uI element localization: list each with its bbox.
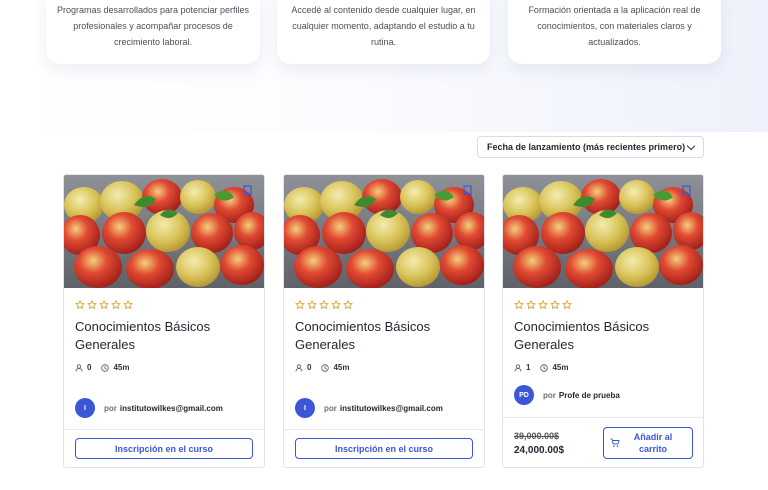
cart-icon: [610, 438, 620, 448]
feature-card-training: Formación orientada a la aplicación real…: [508, 0, 721, 64]
course-meta: 0 45m: [75, 363, 129, 372]
star-icon: [123, 300, 133, 310]
course-thumbnail-image[interactable]: [64, 175, 264, 288]
sort-select[interactable]: Fecha de lanzamiento (más recientes prim…: [477, 136, 704, 158]
author-name[interactable]: institutowilkes@gmail.com: [340, 404, 443, 413]
feature-text: Accedé al contenido desde cualquier luga…: [291, 5, 476, 47]
author-prefix: por: [324, 403, 337, 413]
rating-stars: [514, 300, 572, 310]
course-meta: 0 45m: [295, 363, 349, 372]
star-icon: [562, 300, 572, 310]
star-icon: [319, 300, 329, 310]
course-author: I por institutowilkes@gmail.com: [295, 398, 443, 418]
divider: [284, 429, 484, 430]
feature-card-programs: Programas desarrollados para potenciar p…: [46, 0, 260, 64]
sort-selected-value: Fecha de lanzamiento (más recientes prim…: [487, 142, 686, 152]
student-count: 0: [307, 363, 312, 372]
star-icon: [295, 300, 305, 310]
avatar: I: [295, 398, 315, 418]
course-duration: 45m: [552, 363, 569, 372]
clock-icon: [321, 363, 330, 372]
author-name[interactable]: institutowilkes@gmail.com: [120, 404, 223, 413]
course-title[interactable]: Conocimientos Básicos Generales: [75, 318, 255, 354]
course-thumbnail-image[interactable]: [503, 175, 703, 288]
bookmark-icon[interactable]: [243, 185, 252, 196]
star-icon: [99, 300, 109, 310]
course-meta: 1 45m: [514, 363, 568, 372]
star-icon: [538, 300, 548, 310]
star-icon: [550, 300, 560, 310]
enroll-button[interactable]: Inscripción en el curso: [75, 438, 253, 459]
rating-stars: [295, 300, 353, 310]
bookmark-icon[interactable]: [463, 185, 472, 196]
enroll-button[interactable]: Inscripción en el curso: [295, 438, 473, 459]
author-prefix: por: [543, 390, 556, 400]
star-icon: [87, 300, 97, 310]
star-icon: [75, 300, 85, 310]
course-title[interactable]: Conocimientos Básicos Generales: [514, 318, 694, 354]
rating-stars: [75, 300, 133, 310]
course-card[interactable]: Conocimientos Básicos Generales 0 45m I …: [283, 174, 485, 468]
star-icon: [111, 300, 121, 310]
author-prefix: por: [104, 403, 117, 413]
divider: [64, 429, 264, 430]
course-author: I por institutowilkes@gmail.com: [75, 398, 223, 418]
star-icon: [343, 300, 353, 310]
course-thumbnail-image[interactable]: [284, 175, 484, 288]
user-icon: [514, 363, 522, 372]
star-icon: [526, 300, 536, 310]
feature-text: Formación orientada a la aplicación real…: [528, 5, 701, 47]
student-count: 1: [526, 363, 531, 372]
avatar: PD: [514, 385, 534, 405]
user-icon: [295, 363, 303, 372]
sale-price: 24,000.00$: [514, 445, 565, 456]
feature-card-access: Accedé al contenido desde cualquier luga…: [277, 0, 490, 64]
course-author: PD por Profe de prueba: [514, 385, 620, 405]
add-to-cart-button[interactable]: Añadir al carrito: [603, 427, 693, 459]
feature-text: Programas desarrollados para potenciar p…: [56, 5, 250, 47]
user-icon: [75, 363, 83, 372]
chevron-down-icon: [686, 141, 696, 150]
clock-icon: [101, 363, 110, 372]
add-to-cart-label: Añadir al carrito: [633, 432, 673, 454]
clock-icon: [540, 363, 549, 372]
star-icon: [514, 300, 524, 310]
course-duration: 45m: [113, 363, 130, 372]
star-icon: [331, 300, 341, 310]
course-card[interactable]: Conocimientos Básicos Generales 0 45m I …: [63, 174, 265, 468]
student-count: 0: [87, 363, 92, 372]
avatar: I: [75, 398, 95, 418]
course-card[interactable]: Conocimientos Básicos Generales 1 45m PD…: [502, 174, 704, 468]
author-name[interactable]: Profe de prueba: [559, 391, 620, 400]
divider: [503, 417, 703, 418]
star-icon: [307, 300, 317, 310]
original-price: 39,000.00$: [514, 431, 560, 441]
bookmark-icon[interactable]: [682, 185, 691, 196]
course-title[interactable]: Conocimientos Básicos Generales: [295, 318, 475, 354]
course-duration: 45m: [333, 363, 350, 372]
